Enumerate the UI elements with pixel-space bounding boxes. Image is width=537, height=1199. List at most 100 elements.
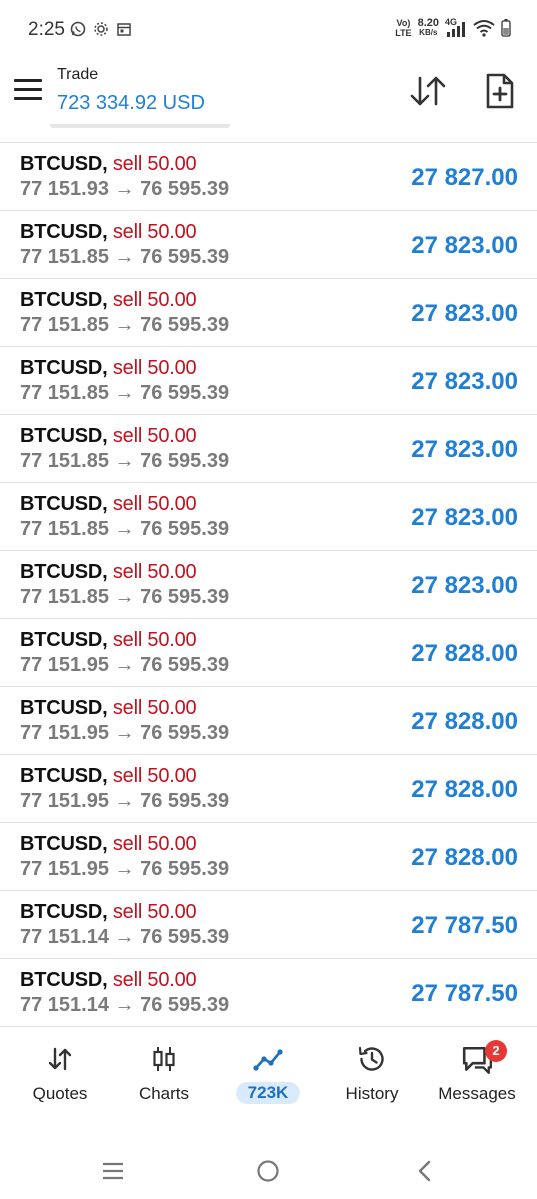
nav-history[interactable]: History — [322, 1044, 422, 1118]
positions-list: BTCUSD, sell 50.00 77 151.93 → 76 595.39… — [0, 142, 537, 1027]
position-symbol: BTCUSD — [20, 765, 103, 787]
position-side: sell 50.00 — [112, 833, 197, 855]
nav-label: Quotes — [32, 1084, 88, 1103]
open-price: 77 151.85 — [20, 246, 109, 268]
nav-label: History — [345, 1084, 399, 1103]
position-row[interactable]: BTCUSD, sell 50.00 77 151.85 → 76 595.39… — [0, 482, 537, 550]
arrow-icon: → — [114, 314, 135, 336]
current-price: 76 595.39 — [140, 450, 230, 472]
home-icon[interactable] — [256, 1159, 280, 1183]
position-side: sell 50.00 — [112, 221, 197, 243]
position-row[interactable]: BTCUSD, sell 50.00 77 151.85 → 76 595.39… — [0, 346, 537, 414]
position-side: sell 50.00 — [112, 289, 197, 311]
position-row[interactable]: BTCUSD, sell 50.00 77 151.95 → 76 595.39… — [0, 686, 537, 754]
wifi-icon — [473, 20, 495, 37]
position-row[interactable]: BTCUSD, sell 50.00 77 151.95 → 76 595.39… — [0, 754, 537, 822]
open-price: 77 151.85 — [20, 450, 109, 472]
arrow-icon: → — [114, 178, 135, 200]
arrow-icon: → — [114, 382, 135, 404]
open-price: 77 151.14 — [20, 926, 109, 948]
current-price: 76 595.39 — [140, 246, 230, 268]
position-profit: 27 823.00 — [411, 504, 518, 531]
position-side: sell 50.00 — [112, 425, 197, 447]
menu-line — [14, 88, 42, 91]
nav-quotes[interactable]: Quotes — [10, 1044, 110, 1118]
position-profit: 27 787.50 — [411, 912, 518, 939]
position-profit: 27 823.00 — [411, 232, 518, 259]
whatsapp-icon — [70, 21, 86, 37]
new-order-button[interactable] — [482, 72, 518, 110]
sort-button[interactable] — [408, 74, 448, 108]
menu-button[interactable] — [14, 79, 42, 101]
volte-indicator: Vo) LTE — [395, 18, 412, 38]
position-symbol: BTCUSD — [20, 357, 103, 379]
nav-messages[interactable]: 2 Messages — [427, 1040, 527, 1118]
nav-charts[interactable]: Charts — [114, 1044, 214, 1118]
current-price: 76 595.39 — [140, 654, 230, 676]
system-nav-bar — [0, 1140, 537, 1199]
open-price: 77 151.95 — [20, 654, 109, 676]
position-symbol: BTCUSD — [20, 901, 103, 923]
nav-label: Messages — [438, 1084, 516, 1103]
current-price: 76 595.39 — [140, 722, 230, 744]
position-side: sell 50.00 — [112, 561, 197, 583]
sort-arrows-icon — [410, 76, 446, 106]
nav-trade[interactable]: 723K — [218, 1044, 318, 1118]
position-profit: 27 828.00 — [411, 844, 518, 871]
position-profit: 27 823.00 — [411, 572, 518, 599]
position-row[interactable]: BTCUSD, sell 50.00 77 151.85 → 76 595.39… — [0, 550, 537, 618]
position-profit: 27 828.00 — [411, 640, 518, 667]
arrow-icon: → — [114, 926, 135, 948]
arrow-icon: → — [114, 722, 135, 744]
position-symbol: BTCUSD — [20, 969, 103, 991]
calendar-icon — [117, 23, 131, 36]
settings-gear-icon — [94, 22, 108, 36]
menu-line — [14, 97, 42, 100]
nav-label: Charts — [138, 1084, 190, 1103]
position-symbol: BTCUSD — [20, 153, 103, 175]
recent-apps-icon[interactable] — [101, 1161, 125, 1181]
network-speed: 8.20 KB/s — [417, 17, 439, 38]
position-profit: 27 823.00 — [411, 368, 518, 395]
back-icon[interactable] — [416, 1159, 432, 1183]
arrow-icon: → — [114, 518, 135, 540]
position-profit: 27 823.00 — [411, 300, 518, 327]
account-balance: 723 334.92 USD — [57, 92, 205, 114]
position-side: sell 50.00 — [112, 493, 197, 515]
position-profit: 27 828.00 — [411, 776, 518, 803]
nav-label: 723K — [235, 1082, 301, 1104]
position-profit: 27 828.00 — [411, 708, 518, 735]
position-row[interactable]: BTCUSD, sell 50.00 77 151.95 → 76 595.39… — [0, 822, 537, 890]
position-symbol: BTCUSD — [20, 697, 103, 719]
position-symbol: BTCUSD — [20, 289, 103, 311]
position-side: sell 50.00 — [112, 969, 197, 991]
position-row[interactable]: BTCUSD, sell 50.00 77 151.85 → 76 595.39… — [0, 210, 537, 278]
position-row[interactable]: BTCUSD, sell 50.00 77 151.14 → 76 595.39… — [0, 890, 537, 958]
open-price: 77 151.85 — [20, 382, 109, 404]
position-row[interactable]: BTCUSD, sell 50.00 77 151.14 → 76 595.39… — [0, 958, 537, 1027]
position-row[interactable]: BTCUSD, sell 50.00 77 151.85 → 76 595.39… — [0, 414, 537, 482]
position-symbol: BTCUSD — [20, 833, 103, 855]
menu-line — [14, 79, 42, 82]
trade-line-icon — [253, 1049, 283, 1071]
position-symbol: BTCUSD — [20, 493, 103, 515]
signal-indicator: 4G — [445, 17, 467, 37]
position-row[interactable]: BTCUSD, sell 50.00 77 151.93 → 76 595.39… — [0, 142, 537, 210]
open-price: 77 151.95 — [20, 790, 109, 812]
position-symbol: BTCUSD — [20, 561, 103, 583]
current-price: 76 595.39 — [140, 858, 230, 880]
arrow-icon: → — [114, 450, 135, 472]
position-row[interactable]: BTCUSD, sell 50.00 77 151.85 → 76 595.39… — [0, 278, 537, 346]
new-document-icon — [486, 73, 514, 109]
position-row[interactable]: BTCUSD, sell 50.00 77 151.95 → 76 595.39… — [0, 618, 537, 686]
open-price: 77 151.95 — [20, 722, 109, 744]
current-price: 76 595.39 — [140, 586, 230, 608]
position-side: sell 50.00 — [112, 697, 197, 719]
open-price: 77 151.93 — [20, 178, 109, 200]
current-price: 76 595.39 — [140, 178, 230, 200]
status-left-icons — [70, 21, 132, 37]
signal-bars-icon — [447, 22, 465, 37]
position-side: sell 50.00 — [112, 901, 197, 923]
arrow-icon: → — [114, 858, 135, 880]
current-price: 76 595.39 — [140, 994, 230, 1016]
